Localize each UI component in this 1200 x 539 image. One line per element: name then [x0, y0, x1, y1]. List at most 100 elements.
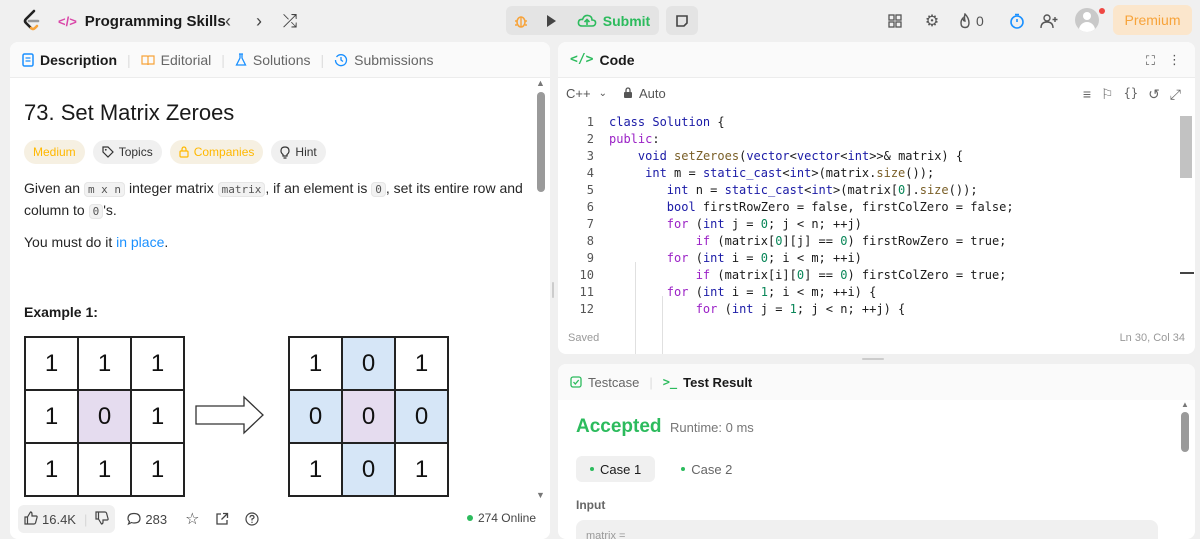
difficulty-badge: Medium: [24, 140, 85, 164]
result-status: Accepted: [576, 416, 662, 437]
case-2-tab[interactable]: Case 2: [667, 456, 746, 482]
expand-icon[interactable]: ⤢: [1170, 86, 1181, 103]
problem-tags: Medium Topics Companies Hint: [24, 140, 326, 164]
fire-icon: [960, 13, 970, 29]
language-select[interactable]: C++ ⌄: [566, 86, 607, 101]
code-text: for (int j = 0; j < n; ++j): [666, 217, 862, 231]
problem-constraint-text: You must do it in place.: [24, 234, 169, 250]
problem-title[interactable]: 73. Set Matrix Zeroes: [24, 100, 234, 126]
share-button[interactable]: [215, 512, 229, 526]
saved-status: Saved: [568, 332, 600, 344]
timer-button[interactable]: [1005, 9, 1029, 33]
problem-statement: Given an m x n integer matrix matrix, if…: [24, 180, 523, 219]
code-text: for (int i = 0; i < m; ++i): [666, 251, 862, 265]
help-button[interactable]: [245, 512, 260, 526]
tab-label: Description: [40, 51, 118, 68]
matrix-cell: 1: [395, 337, 448, 390]
reset-icon[interactable]: ↺: [1148, 86, 1160, 103]
avatar[interactable]: [1075, 8, 1099, 32]
auto-mode-toggle[interactable]: Auto: [623, 86, 666, 101]
matrix-cell: 0: [342, 337, 395, 390]
lock-icon: [179, 146, 189, 158]
matrix-cell-zero: 0: [342, 390, 395, 443]
case-1-tab[interactable]: Case 1: [576, 456, 656, 482]
matrix-cell: 1: [25, 337, 78, 390]
code-text: bool firstRowZero = false, firstColZero …: [666, 200, 1014, 214]
description-footer: 16.4K | 283 ☆ 274 Online: [10, 499, 550, 539]
problem-list-button[interactable]: </> Programming Skills: [58, 8, 226, 34]
hint-label: Hint: [295, 145, 317, 159]
tab-label: Solutions: [252, 51, 311, 68]
line-number: 8: [586, 234, 594, 248]
submit-button[interactable]: Submit: [568, 6, 659, 35]
in-place-link[interactable]: in place: [116, 234, 164, 250]
inline-code: 0: [371, 182, 386, 197]
topics-button[interactable]: Topics: [92, 140, 162, 164]
lightbulb-icon: [280, 145, 291, 159]
more-menu-icon[interactable]: ⋮: [1168, 52, 1181, 68]
matrix-cell-zero: 0: [78, 390, 131, 443]
settings-button[interactable]: ⚙: [920, 9, 944, 33]
premium-button[interactable]: Premium: [1113, 5, 1192, 35]
companies-button[interactable]: Companies: [169, 140, 264, 164]
input-matrix: 1 1 1 1 0 1 1 1 1: [24, 336, 185, 497]
topics-label: Topics: [118, 145, 153, 159]
play-icon: [547, 14, 556, 27]
code-text: int n = static_cast<int>(matrix[0].size(…: [666, 183, 978, 197]
format-icon[interactable]: ≡: [1083, 86, 1091, 103]
prev-problem-button[interactable]: ‹: [215, 8, 241, 34]
language-label: C++: [566, 85, 591, 101]
next-problem-button[interactable]: ›: [246, 8, 272, 34]
code-text: void setZeroes(vector<vector<int>>& matr…: [637, 149, 964, 163]
comment-count: 283: [145, 511, 168, 527]
tab-solutions[interactable]: Solutions: [235, 51, 311, 68]
code-editor[interactable]: 1 class Solution {2 public: 3 void setZeroe…: [558, 114, 1178, 354]
input-label: Input: [576, 498, 606, 512]
pass-dot: [590, 467, 594, 471]
result-scrollbar[interactable]: [1181, 412, 1189, 452]
thumbs-down-icon[interactable]: [95, 510, 110, 528]
tab-submissions[interactable]: Submissions: [334, 51, 434, 68]
maximize-icon[interactable]: ⛶: [1146, 53, 1155, 69]
tab-testcase[interactable]: Testcase: [570, 375, 639, 390]
result-tabs: Testcase | >_ Test Result: [558, 364, 1195, 400]
example-title: Example 1:: [24, 304, 98, 320]
layout-button[interactable]: [883, 9, 907, 33]
debug-button[interactable]: [506, 6, 536, 35]
tab-description[interactable]: Description: [22, 52, 117, 68]
leetcode-logo-icon[interactable]: [20, 9, 42, 33]
vertical-resize-handle[interactable]: [552, 282, 554, 298]
notes-button[interactable]: [666, 6, 698, 35]
scroll-up-icon[interactable]: ▲: [536, 78, 545, 88]
horizontal-resize-handle[interactable]: [862, 358, 884, 360]
like-count[interactable]: 16.4K: [42, 512, 76, 527]
star-icon: ☆: [185, 511, 200, 528]
tab-code[interactable]: </> Code: [570, 52, 634, 68]
favorite-button[interactable]: ☆: [185, 509, 199, 529]
problem-list-icon: </>: [58, 13, 77, 29]
line-number: 9: [586, 251, 594, 265]
problem-list-title: Programming Skills: [84, 12, 226, 30]
scroll-up-icon[interactable]: ▲: [1181, 400, 1189, 409]
bookmark-icon[interactable]: ⚐: [1101, 86, 1114, 103]
notification-dot: [1099, 8, 1105, 14]
braces-icon[interactable]: {}: [1124, 86, 1138, 103]
streak-counter[interactable]: 0: [958, 9, 984, 33]
description-scrollbar[interactable]: [537, 92, 545, 192]
history-icon: [334, 53, 348, 66]
tab-editorial[interactable]: Editorial: [141, 52, 211, 68]
code-scrollbar[interactable]: [1180, 116, 1192, 178]
tab-test-result[interactable]: >_ Test Result: [663, 375, 753, 390]
share-icon: [216, 512, 229, 525]
matrix-cell: 1: [78, 337, 131, 390]
hint-button[interactable]: Hint: [271, 140, 326, 164]
invite-user-button[interactable]: [1037, 9, 1061, 33]
comments-button[interactable]: 283: [127, 512, 167, 527]
add-user-icon: [1040, 14, 1058, 29]
thumbs-up-icon[interactable]: [24, 510, 38, 528]
code-brackets-icon: </>: [570, 52, 594, 67]
tab-label: Submissions: [354, 51, 434, 68]
random-problem-button[interactable]: ⤮: [277, 8, 303, 34]
test-cases: Case 1 Case 2: [576, 456, 746, 482]
run-button[interactable]: [536, 6, 566, 35]
